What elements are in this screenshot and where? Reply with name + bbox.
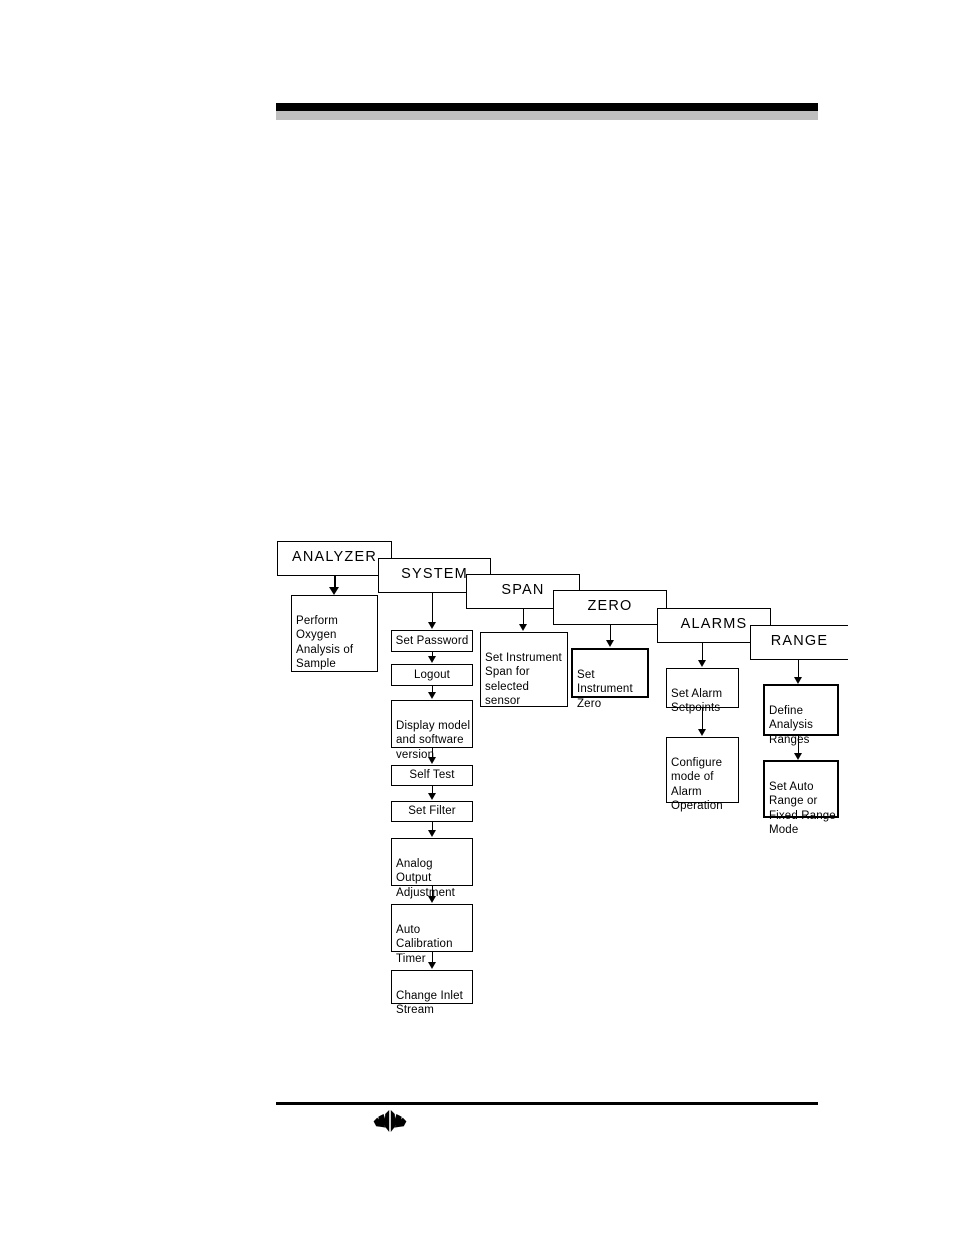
arrow-system-6 [428,830,436,837]
connector-range-2 [798,736,799,754]
node-set-alarm-setpoints-label: Set Alarm Setpoints [671,688,723,715]
arrow-system-1 [428,622,436,629]
node-configure-alarm-mode[interactable]: Configure mode of Alarm Operation [666,737,739,812]
connector-alarms-2 [702,708,703,730]
node-analyzer[interactable]: ANALYZER [277,541,392,576]
arrow-system-4 [428,757,436,764]
node-set-password[interactable]: Set Password [391,630,473,652]
node-set-instrument-zero-label: Set Instrument Zero [577,669,633,710]
arrow-alarms-2 [698,729,706,736]
node-set-filter[interactable]: Set Filter [391,801,473,822]
node-logout[interactable]: Logout [391,664,473,686]
arrow-alarms-1 [698,660,706,667]
arrow-analyzer [329,587,339,595]
node-change-inlet-stream[interactable]: Change Inlet Stream [391,970,473,1016]
connector-span-1 [523,609,524,625]
node-set-instrument-span-label: Set Instrument Span for selected sensor [485,652,562,707]
node-analyzer-label: ANALYZER [291,549,378,566]
node-set-auto-range-label: Set Auto Range or Fixed Range Mode [769,781,836,836]
node-define-analysis-ranges-label: Define Analysis Ranges [769,705,814,746]
node-configure-alarm-mode-label: Configure mode of Alarm Operation [671,757,723,812]
footer-rule [276,1102,818,1105]
node-range-label: RANGE [770,633,829,650]
node-set-instrument-span[interactable]: Set Instrument Span for selected sensor [480,632,568,707]
node-define-analysis-ranges[interactable]: Define Analysis Ranges [763,684,839,746]
node-span-label: SPAN [501,582,545,599]
connector-zero-1 [610,625,611,641]
connector-range-1 [798,660,799,678]
connector-alarms-1 [702,643,703,661]
node-set-filter-label: Set Filter [408,805,456,818]
node-range[interactable]: RANGE [750,625,848,660]
node-alarms-label: ALARMS [680,616,748,633]
node-set-alarm-setpoints[interactable]: Set Alarm Setpoints [666,668,739,714]
node-auto-calibration-label: Auto Calibration Timer [396,924,453,965]
arrow-system-3 [428,692,436,699]
node-self-test-label: Self Test [409,769,455,782]
document-page: ANALYZER SYSTEM SPAN ZERO ALARMS RANGE P… [0,0,954,1235]
node-zero-label: ZERO [587,598,633,615]
node-change-inlet-stream-label: Change Inlet Stream [396,990,464,1017]
node-analog-output-label: Analog Output Adjustment [396,858,456,899]
node-set-auto-range[interactable]: Set Auto Range or Fixed Range Mode [763,760,839,836]
arrow-system-2 [428,656,436,663]
arrow-system-5 [428,793,436,800]
node-logout-label: Logout [413,668,451,681]
node-perform-oxygen-analysis-label: Perform Oxygen Analysis of Sample [296,615,354,670]
arrow-range-2 [794,753,802,760]
node-display-model[interactable]: Display model and software version [391,700,473,761]
node-system-label: SYSTEM [401,566,468,583]
node-set-instrument-zero[interactable]: Set Instrument Zero [571,648,649,710]
teledyne-leaf-logo [373,1110,407,1132]
node-self-test[interactable]: Self Test [391,765,473,786]
menu-tree-diagram: ANALYZER SYSTEM SPAN ZERO ALARMS RANGE P… [0,0,954,1235]
connector-system-1 [432,593,433,623]
arrow-system-8 [428,962,436,969]
arrow-system-7 [428,896,436,903]
node-analog-output[interactable]: Analog Output Adjustment [391,838,473,899]
node-zero[interactable]: ZERO [553,590,667,625]
arrow-zero-1 [606,640,614,647]
node-perform-oxygen-analysis[interactable]: Perform Oxygen Analysis of Sample [291,595,378,672]
node-set-password-label: Set Password [395,634,469,647]
arrow-span-1 [519,624,527,631]
node-display-model-label: Display model and software version [396,720,471,761]
node-auto-calibration[interactable]: Auto Calibration Timer [391,904,473,965]
arrow-range-1 [794,677,802,684]
